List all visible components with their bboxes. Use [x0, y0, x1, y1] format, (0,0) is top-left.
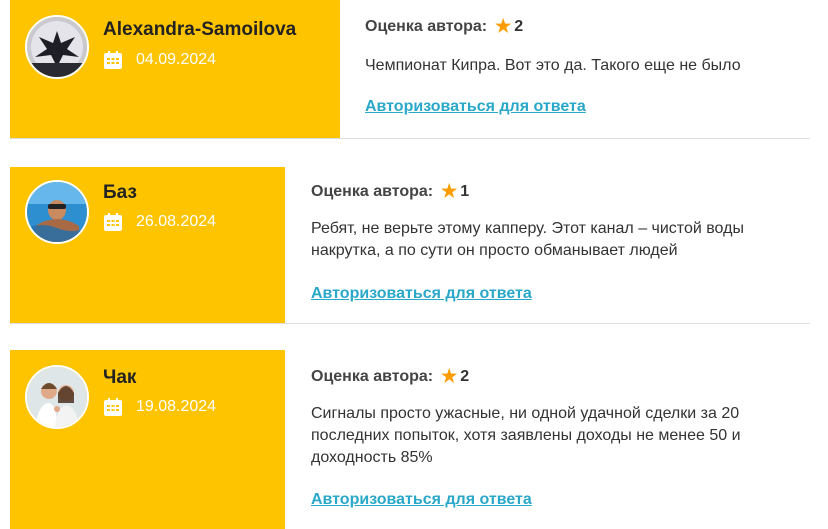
dragon-avatar-icon — [27, 17, 87, 77]
swimmer-avatar-icon — [27, 182, 87, 242]
author-card: Чак 19.08.2024 — [10, 350, 285, 529]
review-date: 19.08.2024 — [103, 397, 216, 417]
review-text: Ребят, не верьте этому капперу. Этот кан… — [311, 220, 744, 259]
review-item: Alexandra-Samoilova 04.09.2024 Оценка ав… — [10, 0, 810, 139]
review-text: Чемпионат Кипра. Вот это да. Такого еще … — [365, 57, 741, 74]
review-content: Оценка автора: ★ 2 Сигналы просто ужасны… — [311, 366, 801, 508]
review-item: Баз 26.08.2024 Оценка автора: ★ 1 Ребят,… — [10, 167, 810, 324]
review-content: Оценка автора: ★ 2 Чемпионат Кипра. Вот … — [365, 16, 795, 115]
author-name[interactable]: Баз — [103, 182, 137, 204]
star-icon: ★ — [441, 181, 458, 201]
author-card: Баз 26.08.2024 — [10, 167, 285, 323]
review-date: 26.08.2024 — [103, 212, 216, 232]
rating-value: 2 — [460, 367, 470, 385]
divider — [10, 323, 810, 324]
rating-value: 1 — [460, 182, 470, 200]
reply-login-link[interactable]: Авторизоваться для ответа — [311, 491, 532, 509]
review-date: 04.09.2024 — [103, 50, 216, 70]
star-icon: ★ — [441, 366, 458, 386]
avatar[interactable] — [25, 365, 89, 429]
review-text: Сигналы просто ужасные, ни одной удачной… — [311, 405, 741, 466]
author-name[interactable]: Чак — [103, 367, 136, 389]
review-content: Оценка автора: ★ 1 Ребят, не верьте этом… — [311, 181, 801, 302]
avatar[interactable] — [25, 180, 89, 244]
calendar-icon — [103, 212, 123, 232]
reply-login-link[interactable]: Авторизоваться для ответа — [365, 98, 586, 116]
rating-label: Оценка автора: — [311, 182, 434, 200]
rating-label: Оценка автора: — [365, 17, 488, 35]
rating-label: Оценка автора: — [311, 367, 434, 385]
avatar[interactable] — [25, 15, 89, 79]
star-icon: ★ — [495, 16, 512, 36]
divider — [10, 138, 810, 139]
author-name[interactable]: Alexandra-Samoilova — [103, 19, 296, 41]
review-date-text: 04.09.2024 — [136, 51, 217, 68]
author-rating: Оценка автора: ★ 2 — [311, 366, 801, 387]
reply-login-link[interactable]: Авторизоваться для ответа — [311, 285, 532, 303]
author-rating: Оценка автора: ★ 2 — [365, 16, 795, 37]
review-item: Чак 19.08.2024 Оценка автора: ★ 2 Сигнал… — [10, 350, 810, 529]
rating-value: 2 — [514, 17, 524, 35]
couple-avatar-icon — [27, 367, 87, 427]
review-date-text: 26.08.2024 — [136, 213, 217, 230]
author-card: Alexandra-Samoilova 04.09.2024 — [10, 0, 340, 138]
author-rating: Оценка автора: ★ 1 — [311, 181, 801, 202]
calendar-icon — [103, 50, 123, 70]
review-date-text: 19.08.2024 — [136, 398, 217, 415]
calendar-icon — [103, 397, 123, 417]
